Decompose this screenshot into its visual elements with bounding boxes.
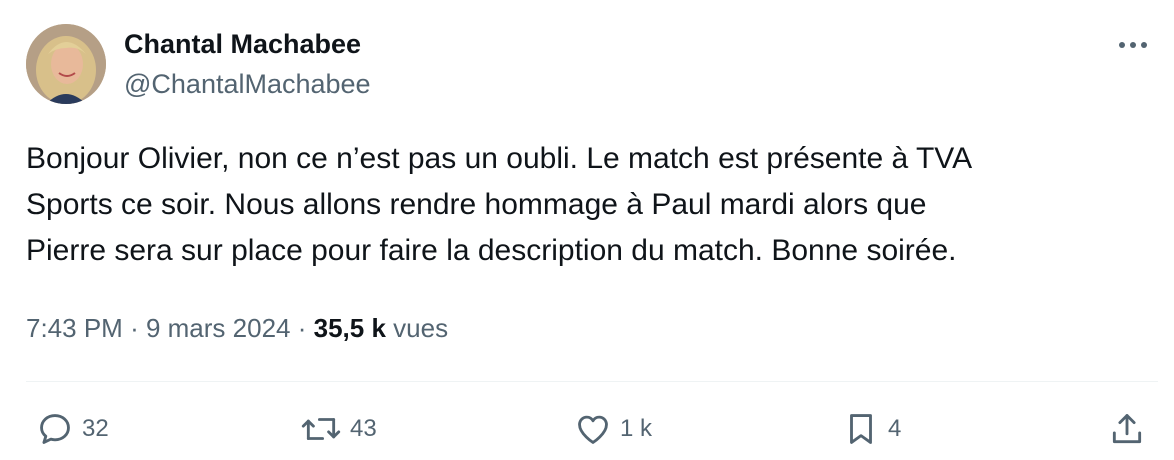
bookmark-icon: [850, 414, 872, 444]
tweet-text-line: Bonjour Olivier, non ce n’est pas un oub…: [26, 142, 973, 175]
reply-count: 32: [82, 415, 109, 442]
divider: [26, 381, 1158, 382]
retweet-icon: [301, 418, 341, 440]
profile-photo-icon: [26, 24, 106, 104]
tweet-text-line: Pierre sera sur place pour faire la desc…: [26, 234, 957, 267]
display-name[interactable]: Chantal Machabee: [124, 28, 361, 60]
user-handle[interactable]: @ChantalMachabee: [124, 68, 371, 100]
heart-icon: [578, 415, 608, 444]
tweet-time[interactable]: 7:43 PM: [26, 313, 123, 343]
retweet-button[interactable]: 43: [300, 408, 377, 450]
bookmark-button[interactable]: 4: [842, 408, 901, 450]
like-count: 1 k: [620, 415, 653, 442]
tweet-meta: 7:43 PM · 9 mars 2024 · 35,5 k vues: [26, 310, 448, 346]
like-button[interactable]: 1 k: [574, 408, 652, 450]
tweet-text-line: Sports ce soir. Nous allons rendre homma…: [26, 188, 927, 221]
reply-button[interactable]: 32: [36, 408, 109, 450]
more-dots-icon: [1119, 42, 1147, 48]
reply-icon: [40, 414, 70, 444]
views-count: 35,5 k: [313, 313, 386, 343]
share-button[interactable]: [1108, 408, 1146, 450]
more-options-button[interactable]: [1116, 30, 1150, 60]
views-label: vues: [393, 313, 449, 343]
share-icon: [1112, 414, 1142, 444]
tweet-text: Bonjour Olivier, non ce n’est pas un oub…: [26, 136, 1146, 274]
tweet-date[interactable]: 9 mars 2024: [146, 313, 291, 343]
avatar[interactable]: [26, 24, 106, 104]
retweet-count: 43: [350, 415, 377, 442]
meta-separator: ·: [297, 313, 307, 343]
bookmark-count: 4: [888, 415, 902, 442]
meta-separator: ·: [130, 313, 139, 343]
